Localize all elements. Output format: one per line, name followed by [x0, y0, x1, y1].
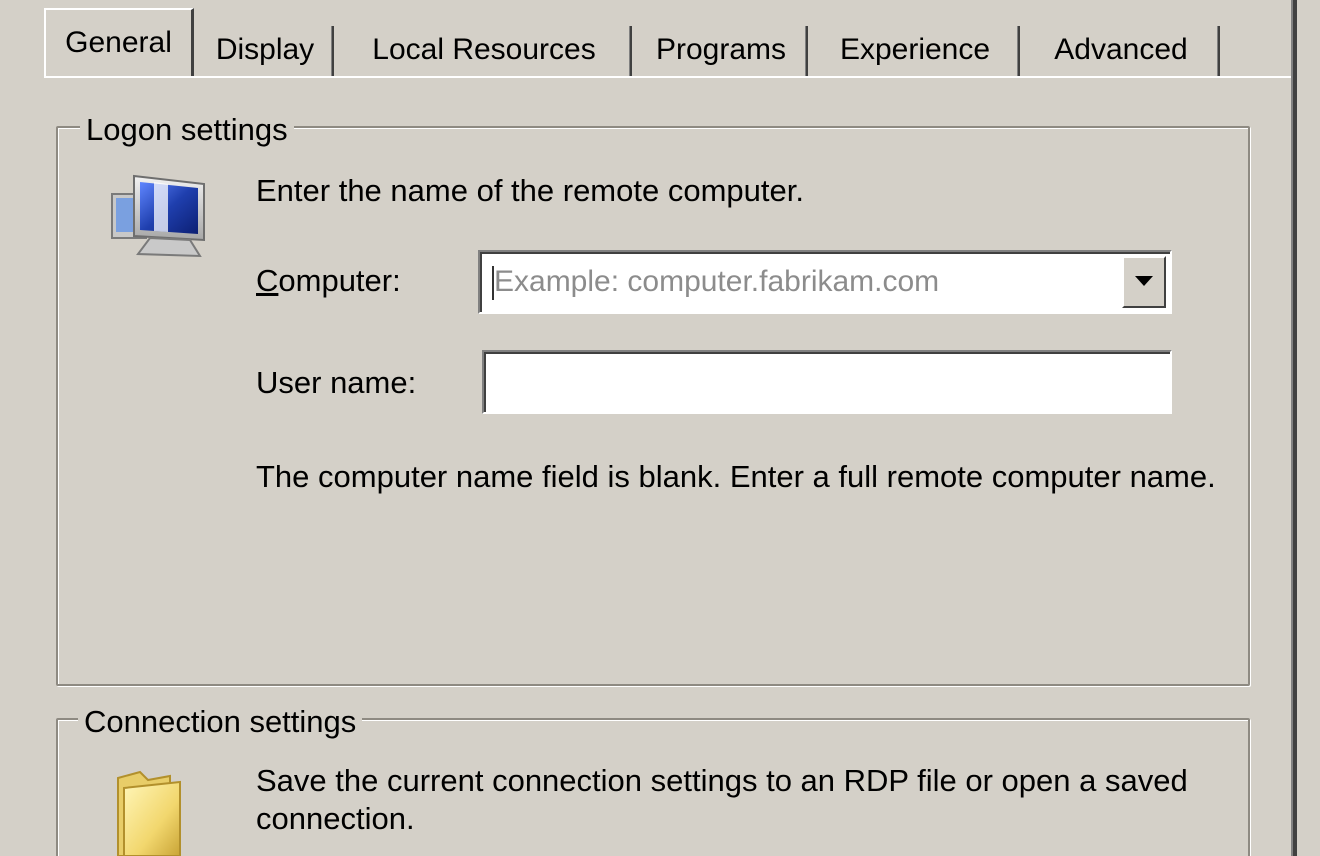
tab-panel-edge	[44, 76, 1292, 78]
connection-settings-legend: Connection settings	[78, 704, 363, 740]
status-message: The computer name field is blank. Enter …	[256, 459, 1216, 494]
computer-combobox[interactable]	[478, 250, 1172, 314]
text-caret	[492, 266, 494, 300]
tab-experience[interactable]: Experience	[810, 22, 1020, 78]
remote-computer-icon	[108, 166, 212, 262]
chevron-down-icon	[1135, 276, 1153, 286]
tab-separator	[1017, 26, 1020, 78]
tab-separator	[629, 26, 632, 78]
logon-instruction: Enter the name of the remote computer.	[256, 173, 804, 208]
folder-icon	[110, 762, 210, 856]
computer-label-text: omputer:	[278, 263, 401, 298]
tab-display-label: Display	[215, 33, 315, 66]
tab-advanced-label: Advanced	[1054, 33, 1188, 66]
username-input[interactable]	[492, 356, 1162, 408]
tab-local-resources-label: Local Resources	[372, 33, 596, 66]
tab-general[interactable]: General	[44, 8, 194, 76]
computer-input[interactable]	[490, 256, 1114, 308]
connection-description: Save the current connection settings to …	[256, 763, 1188, 836]
tab-experience-label: Experience	[839, 33, 991, 66]
tab-separator	[331, 26, 334, 78]
logon-settings-legend: Logon settings	[80, 112, 294, 148]
tab-general-label: General	[65, 26, 172, 59]
remote-desktop-connection-dialog: General Display Local Resources Programs…	[0, 0, 1320, 856]
username-label: User name:	[256, 365, 417, 400]
tab-programs-label: Programs	[655, 33, 787, 66]
tab-separator	[1217, 26, 1220, 78]
computer-label: Computer:	[256, 262, 401, 300]
tab-separator	[805, 26, 808, 78]
tab-programs[interactable]: Programs	[634, 22, 808, 78]
computer-dropdown-button[interactable]	[1122, 256, 1166, 308]
window-outside-area	[1297, 0, 1320, 856]
tab-local-resources[interactable]: Local Resources	[336, 22, 632, 78]
computer-label-accelerator: C	[256, 263, 279, 298]
username-field[interactable]	[482, 350, 1172, 414]
tab-advanced[interactable]: Advanced	[1022, 22, 1220, 78]
tab-display[interactable]: Display	[196, 22, 334, 78]
